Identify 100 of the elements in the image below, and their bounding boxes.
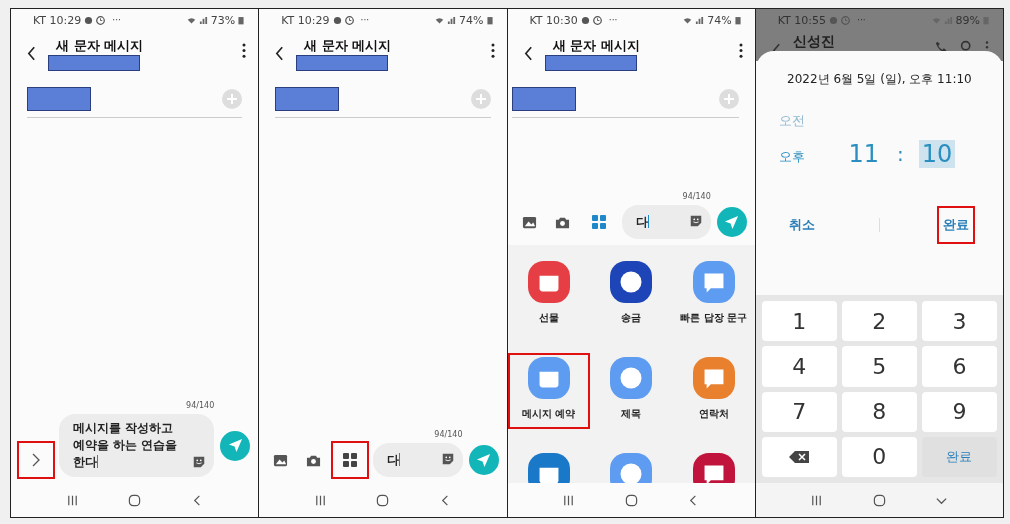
menu-item[interactable]: 메시지 예약 [509, 355, 588, 427]
menu-item[interactable]: 송금 [592, 259, 671, 331]
apps-button[interactable] [333, 443, 368, 477]
battery-icon [734, 15, 741, 25]
status-more: ··· [112, 15, 121, 25]
notification-icon [344, 15, 354, 25]
menu-label: 메시지 예약 [521, 407, 576, 421]
recent-apps-icon[interactable] [810, 493, 824, 507]
home-icon[interactable] [376, 493, 390, 507]
menu-item[interactable]: 연락처 [674, 355, 753, 427]
gallery-icon[interactable] [273, 452, 289, 468]
recent-apps-icon[interactable] [313, 493, 327, 507]
number-key[interactable]: 5 [841, 346, 917, 387]
notification-icon [580, 15, 590, 25]
more-options-icon[interactable] [242, 43, 247, 58]
redaction-block [275, 87, 340, 111]
more-options-icon[interactable] [738, 43, 743, 58]
screen-title: 새 문자 메시지 [552, 37, 641, 55]
redaction-block [27, 87, 91, 111]
number-key[interactable]: 6 [921, 346, 997, 387]
date-text: 2022년 6월 5일 (일), 오후 11:10 [787, 71, 972, 88]
redaction-block [511, 87, 576, 111]
menu-item[interactable]: 선물 [509, 259, 588, 331]
wifi-icon [186, 15, 196, 25]
backspace-icon [789, 450, 810, 463]
message-text: 다 [635, 213, 650, 231]
notification-icon [96, 15, 106, 25]
number-key[interactable]: 0 [841, 436, 917, 477]
message-text: 다 [387, 451, 402, 469]
menu-label: 송금 [621, 311, 642, 325]
menu-label: 연락처 [698, 407, 729, 421]
battery-level: 73% [210, 13, 236, 27]
number-key[interactable]: 2 [841, 301, 917, 342]
screen-title: 새 문자 메시지 [56, 37, 145, 55]
battery-icon [238, 15, 245, 25]
number-key[interactable]: 4 [761, 346, 837, 387]
send-icon [724, 214, 740, 230]
menu-item[interactable]: 빠른 답장 문구 [674, 259, 753, 331]
notification-icon [332, 15, 342, 25]
menu-label: 선물 [538, 311, 559, 325]
notification-icon [84, 15, 94, 25]
back-icon[interactable] [523, 46, 533, 61]
message-field[interactable]: 다 [621, 205, 711, 239]
menu-label: 제목 [621, 407, 642, 421]
backspace-key[interactable] [761, 436, 837, 477]
signal-icon [943, 15, 953, 25]
call-icon[interactable] [935, 39, 948, 53]
home-icon[interactable] [872, 493, 886, 507]
grid-icon [590, 214, 607, 230]
number-key[interactable]: 3 [921, 301, 997, 342]
menu-item[interactable]: 제목 [592, 355, 671, 427]
signal-icon [695, 15, 705, 25]
battery-level: 74% [459, 13, 484, 27]
gallery-icon[interactable] [521, 214, 537, 230]
menu-label: 빠른 답장 문구 [680, 311, 747, 325]
message-field[interactable]: 다 [373, 443, 463, 477]
home-icon[interactable] [624, 493, 638, 507]
chevron-icon [32, 453, 40, 467]
screen-title: 새 문자 메시지 [304, 37, 393, 55]
wifi-icon [683, 15, 693, 25]
back-icon[interactable] [27, 46, 36, 61]
signal-icon [447, 15, 457, 25]
notification-icon [829, 15, 839, 25]
sticker-icon[interactable] [440, 452, 455, 466]
home-icon[interactable] [128, 493, 142, 507]
dialog-button[interactable]: 완료 [939, 208, 974, 242]
status-time: KT 10:55 [777, 13, 827, 27]
period-option[interactable]: 오후 [779, 148, 806, 166]
character-counter: 94/140 [682, 192, 711, 201]
notification-icon [592, 15, 602, 25]
notification-icon [841, 15, 851, 25]
sticker-icon[interactable] [192, 455, 207, 469]
grid-icon [342, 452, 359, 468]
character-counter: 94/140 [186, 401, 215, 410]
signal-icon [198, 15, 208, 25]
battery-icon [486, 15, 493, 25]
time-separator: : [895, 142, 905, 166]
status-more: ··· [360, 15, 370, 25]
send-icon [476, 452, 491, 468]
battery-icon [983, 15, 989, 25]
back-icon[interactable] [275, 46, 285, 61]
message-text: 메시지를 작성하고 예약을 하는 연습을 한다 [73, 420, 179, 471]
more-options-icon[interactable] [490, 43, 495, 58]
sticker-icon[interactable] [688, 214, 703, 228]
search-icon[interactable] [960, 39, 973, 53]
status-more: ··· [857, 15, 866, 25]
number-key[interactable]: 8 [841, 391, 917, 432]
number-key[interactable]: 7 [761, 391, 837, 432]
status-time: KT 10:29 [33, 13, 82, 27]
recent-apps-icon[interactable] [562, 493, 576, 507]
contact-name: 신성진 [792, 33, 835, 51]
number-key[interactable]: 1 [761, 301, 837, 342]
message-field[interactable]: 메시지를 작성하고 예약을 하는 연습을 한다 [59, 414, 215, 477]
character-counter: 94/140 [434, 430, 463, 439]
dialog-button[interactable]: 취소 [785, 208, 820, 242]
recent-apps-icon[interactable] [65, 493, 79, 507]
wifi-icon [931, 15, 941, 25]
battery-level: 74% [707, 13, 732, 27]
status-time: KT 10:30 [529, 13, 578, 27]
number-key[interactable]: 9 [921, 391, 997, 432]
